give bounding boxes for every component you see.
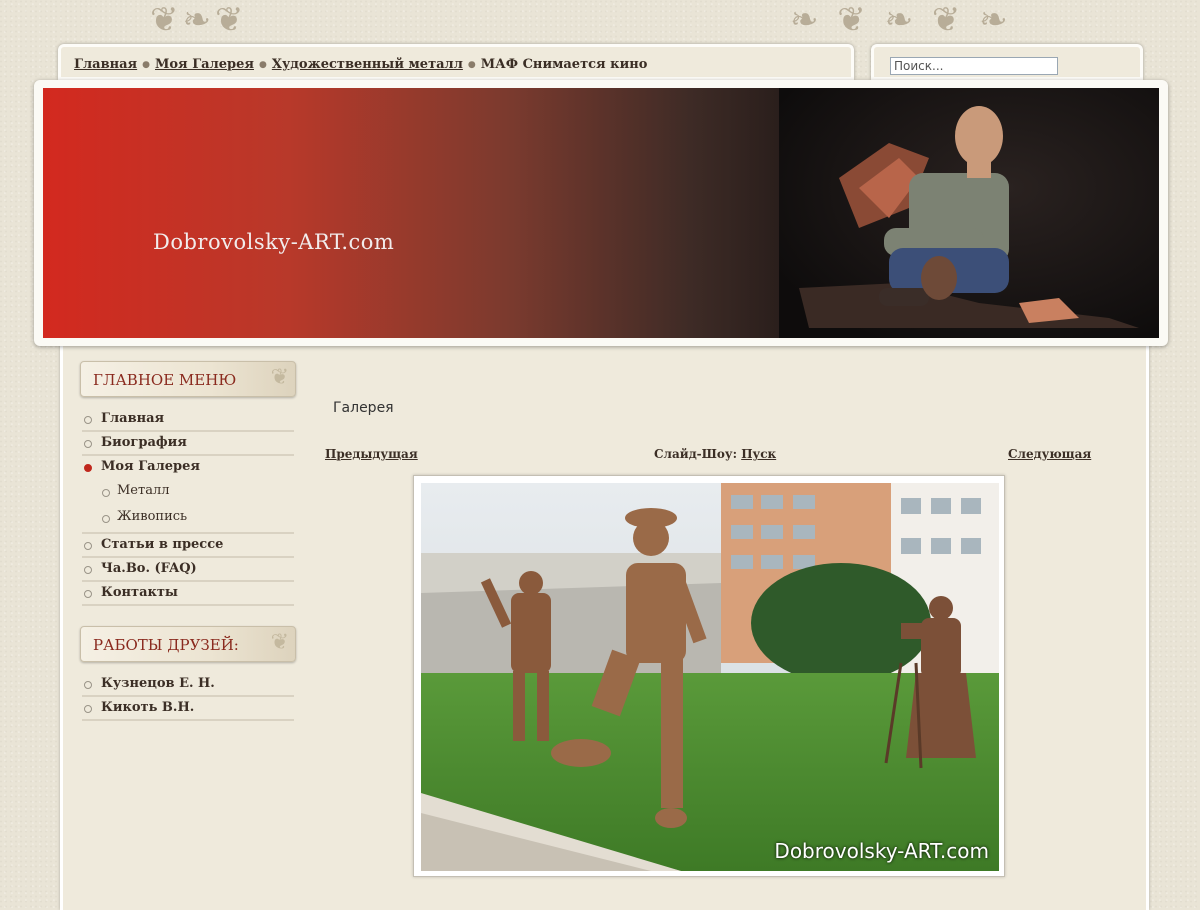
bullet-icon xyxy=(84,440,92,448)
menu-item-label: Биография xyxy=(101,435,187,450)
banner-frame: Dobrovolsky-ART.com xyxy=(34,80,1168,346)
friends-menu-heading-text: РАБОТЫ ДРУЗЕЙ: xyxy=(93,636,239,654)
menu-item-faq[interactable]: Ча.Во. (FAQ) xyxy=(82,558,294,582)
breadcrumb-current: МАФ Снимается кино xyxy=(480,57,648,72)
bullet-icon xyxy=(84,566,92,574)
search-box xyxy=(871,44,1143,80)
menu-item-biography[interactable]: Биография xyxy=(82,432,294,456)
artist-photo xyxy=(779,88,1159,338)
photo-watermark: Dobrovolsky-ART.com xyxy=(774,839,989,863)
slideshow-label: Слайд-Шоу: xyxy=(654,447,737,461)
friends-item-kuznetsov[interactable]: Кузнецов Е. Н. xyxy=(82,673,294,697)
slideshow-start-link[interactable]: Пуск xyxy=(741,447,776,461)
header-ornament-left: ❦❧❦ xyxy=(150,0,248,40)
gallery-title: Галерея xyxy=(333,400,394,416)
breadcrumb-link-home[interactable]: Главная xyxy=(74,57,137,72)
main-menu: Главная Биография Моя Галерея Металл Жив… xyxy=(82,408,294,606)
breadcrumb-link-gallery[interactable]: Моя Галерея xyxy=(155,57,254,72)
menu-item-label: Кузнецов Е. Н. xyxy=(101,676,215,691)
menu-item-home[interactable]: Главная xyxy=(82,408,294,432)
gallery-photo-frame: Dobrovolsky-ART.com xyxy=(413,475,1005,877)
bullet-icon xyxy=(84,416,92,424)
bullet-icon xyxy=(102,515,110,523)
active-bullet-icon xyxy=(84,464,92,472)
next-link[interactable]: Следующая xyxy=(1008,447,1091,461)
friends-item-kikot[interactable]: Кикоть В.Н. xyxy=(82,697,294,721)
swirl-ornament-icon: ❦ xyxy=(270,630,289,655)
main-menu-heading-text: ГЛАВНОЕ МЕНЮ xyxy=(93,371,237,389)
friends-menu-heading: РАБОТЫ ДРУЗЕЙ: ❦ xyxy=(80,626,296,662)
menu-item-contacts[interactable]: Контакты xyxy=(82,582,294,606)
swirl-ornament-icon: ❦ xyxy=(270,365,289,390)
menu-item-label: Главная xyxy=(101,411,165,426)
menu-item-label: Контакты xyxy=(101,585,178,600)
friends-menu: Кузнецов Е. Н. Кикоть В.Н. xyxy=(82,673,294,721)
bullet-icon xyxy=(84,705,92,713)
submenu-item-painting[interactable]: Живопись xyxy=(82,506,294,534)
menu-item-label: Ча.Во. (FAQ) xyxy=(101,561,197,576)
site-title: Dobrovolsky-ART.com xyxy=(153,230,395,254)
header-banner: Dobrovolsky-ART.com xyxy=(43,88,1159,338)
menu-item-label: Статьи в прессе xyxy=(101,537,224,552)
menu-item-label: Живопись xyxy=(117,509,188,524)
breadcrumb-separator: ● xyxy=(142,60,150,70)
menu-item-label: Кикоть В.Н. xyxy=(101,700,195,715)
submenu-item-metal[interactable]: Металл xyxy=(82,480,294,506)
breadcrumb: Главная ● Моя Галерея ● Художественный метал… xyxy=(58,44,854,80)
breadcrumb-separator: ● xyxy=(259,60,267,70)
main-menu-heading: ГЛАВНОЕ МЕНЮ ❦ xyxy=(80,361,296,397)
sculpture-photo xyxy=(421,483,999,871)
menu-item-label: Металл xyxy=(117,483,170,498)
slideshow-control: Слайд-Шоу: Пуск xyxy=(654,447,776,461)
breadcrumb-link-metal[interactable]: Художественный металл xyxy=(272,57,463,72)
breadcrumb-separator: ● xyxy=(467,60,476,70)
menu-item-press[interactable]: Статьи в прессе xyxy=(82,534,294,558)
menu-item-label: Моя Галерея xyxy=(101,459,200,474)
search-input[interactable] xyxy=(890,57,1058,75)
bullet-icon xyxy=(84,590,92,598)
previous-link[interactable]: Предыдущая xyxy=(325,447,418,461)
gallery-photo[interactable]: Dobrovolsky-ART.com xyxy=(421,483,999,871)
menu-item-my-gallery[interactable]: Моя Галерея xyxy=(82,456,294,480)
bullet-icon xyxy=(84,681,92,689)
header-ornament-right: ❧ ❦ ❧ ❦ ❧ xyxy=(790,0,1012,40)
bullet-icon xyxy=(102,489,110,497)
bullet-icon xyxy=(84,542,92,550)
